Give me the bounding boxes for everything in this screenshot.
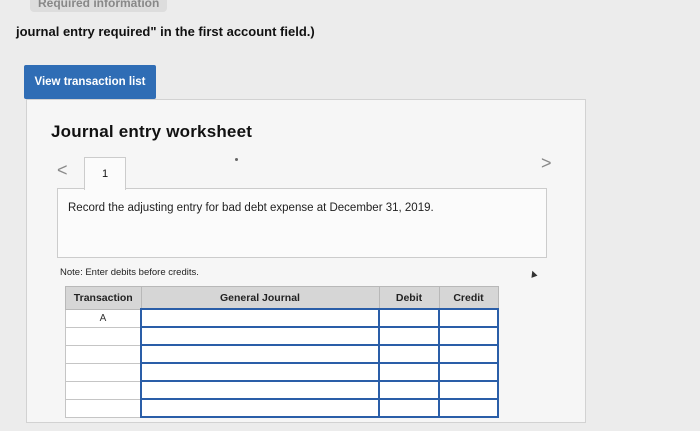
credit-input[interactable]: [438, 344, 499, 364]
credit-input[interactable]: [438, 308, 499, 328]
table-row: A: [65, 308, 499, 328]
transaction-cell: [65, 344, 142, 364]
account-input[interactable]: [140, 344, 380, 364]
col-transaction: Transaction: [65, 286, 142, 310]
credit-input[interactable]: [438, 398, 499, 418]
transaction-cell: [65, 380, 142, 400]
account-input[interactable]: [140, 380, 380, 400]
debit-input[interactable]: [378, 344, 440, 364]
table-row: [65, 380, 499, 400]
debit-input[interactable]: [378, 308, 440, 328]
col-credit: Credit: [438, 286, 499, 310]
debit-input[interactable]: [378, 398, 440, 418]
transaction-description: Record the adjusting entry for bad debt …: [68, 202, 434, 214]
view-transaction-list-button[interactable]: View transaction list: [24, 65, 156, 99]
transaction-description-box: Record the adjusting entry for bad debt …: [57, 188, 547, 258]
tab-transaction-1[interactable]: 1: [84, 157, 126, 190]
table-row: [65, 362, 499, 382]
chevron-right-icon[interactable]: >: [541, 154, 552, 172]
debit-input[interactable]: [378, 362, 440, 382]
debit-input[interactable]: [378, 326, 440, 346]
debit-input[interactable]: [378, 380, 440, 400]
decorative-dot: [235, 158, 238, 161]
worksheet-title: Journal entry worksheet: [51, 122, 253, 141]
col-general-journal: General Journal: [140, 286, 380, 310]
account-input[interactable]: [140, 326, 380, 346]
chevron-left-icon[interactable]: <: [57, 161, 68, 179]
table-row: [65, 326, 499, 346]
credit-input[interactable]: [438, 362, 499, 382]
account-input[interactable]: [140, 308, 380, 328]
table-row: [65, 398, 499, 418]
credit-input[interactable]: [438, 380, 499, 400]
tab-label: 1: [101, 168, 109, 180]
account-input[interactable]: [140, 362, 380, 382]
account-input[interactable]: [140, 398, 380, 418]
instruction-text: journal entry required" in the first acc…: [16, 24, 315, 39]
transaction-cell: [65, 326, 142, 346]
transaction-cell: A: [65, 308, 142, 328]
journal-table: Transaction General Journal Debit Credit…: [65, 286, 499, 418]
table-row: [65, 344, 499, 364]
transaction-cell: [65, 398, 142, 418]
journal-header-row: Transaction General Journal Debit Credit: [65, 286, 499, 310]
credit-input[interactable]: [438, 326, 499, 346]
transaction-cell: [65, 362, 142, 382]
col-debit: Debit: [378, 286, 440, 310]
entry-note: Note: Enter debits before credits.: [60, 267, 199, 278]
journal-entry-worksheet: Journal entry worksheet < 1 > Record the…: [26, 99, 586, 423]
required-information-tab[interactable]: Required information: [30, 0, 168, 12]
